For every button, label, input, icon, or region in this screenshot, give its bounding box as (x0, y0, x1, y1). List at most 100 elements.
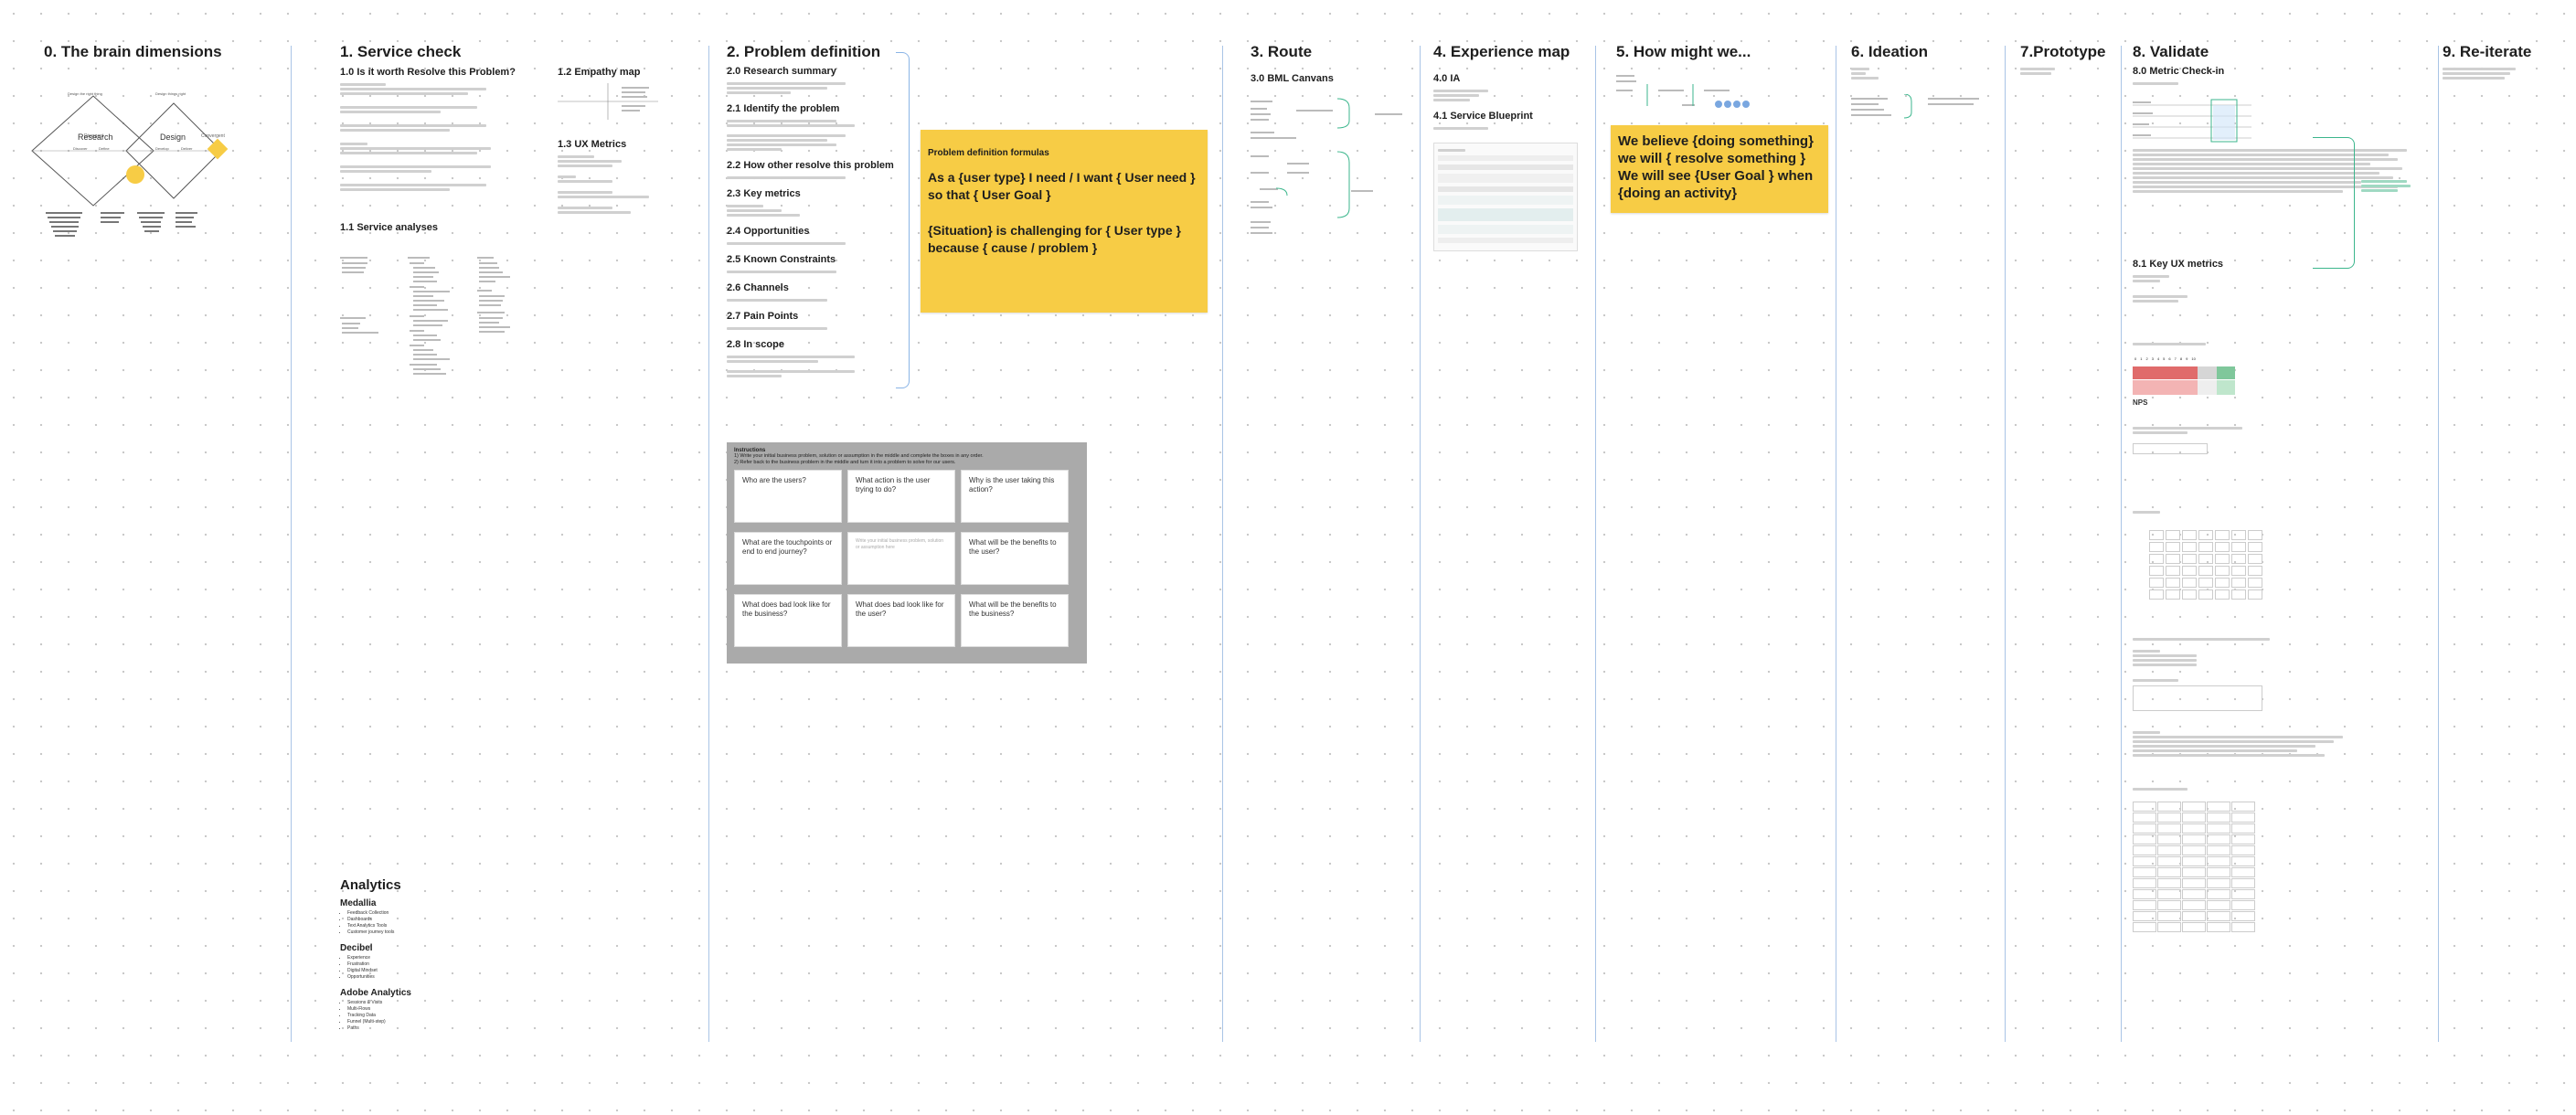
heading-channels: 2.6 Channels (727, 282, 789, 293)
problem-canvas: Instructions 1) Write your initial busin… (727, 442, 1087, 664)
heading-service-analyses: 1.1 Service analyses (340, 222, 439, 233)
section-divider (1420, 46, 1421, 1042)
heading-empathy-map: 1.2 Empathy map (558, 67, 641, 78)
empathy-map-grid (558, 83, 658, 120)
section-divider (1222, 46, 1223, 1042)
section-title-service-check: 1. Service check (340, 43, 462, 60)
list-item: Feedback Collection (347, 910, 505, 917)
section-title-brain: 0. The brain dimensions (44, 43, 222, 60)
heading-ux-metrics: 1.3 UX Metrics (558, 139, 627, 150)
heading-known-constraints: 2.5 Known Constraints (727, 254, 836, 265)
adobe-list: Sessions & Visits Multi-Flows Tracking D… (340, 1000, 505, 1032)
instructions-step-1: 1) Write your initial business problem, … (734, 453, 984, 459)
card-user-action[interactable]: What action is the user trying to do? (847, 470, 955, 523)
decibel-list: Experience Frustration Digital Mindset O… (340, 955, 505, 981)
analytics-block: Analytics Medallia Feedback Collection D… (340, 877, 505, 1032)
worth-resolve-text (340, 83, 495, 191)
section-divider (2438, 46, 2439, 1042)
section-title-validate: 8. Validate (2133, 43, 2209, 60)
card-initial-problem[interactable]: Write your initial business problem, sol… (847, 532, 955, 585)
metric-checkin-grid (2133, 92, 2416, 147)
formula-title: Problem definition formulas (928, 148, 1049, 158)
section-divider (2005, 46, 2006, 1042)
list-item: Customer journey tools (347, 929, 505, 936)
section-title-ideation: 6. Ideation (1851, 43, 1929, 60)
nps-pale-scale (2133, 380, 2235, 395)
tool-medallia: Medallia (340, 898, 377, 908)
formula-situation: {Situation} is challenging for { User ty… (928, 223, 1181, 255)
hmw-sticky-note: We believe {doing something} we will { r… (1611, 125, 1828, 213)
left-diamond-caption: Design the right thing (68, 91, 102, 96)
problem-headings: 2.0 Research summary 2.1 Identify the pr… (727, 66, 900, 379)
card-business-benefits[interactable]: What will be the benefits to the busines… (961, 594, 1069, 647)
section-title-reiterate: 9. Re-iterate (2443, 43, 2532, 60)
list-item: Text Analytics Tools (347, 923, 505, 929)
nps-label: NPS (2133, 398, 2148, 407)
phase-discover: Discover (73, 146, 88, 151)
analytics-title: Analytics (340, 877, 401, 893)
heading-key-ux-metrics: 8.1 Key UX metrics (2133, 259, 2224, 270)
service-analyses-tree (340, 257, 510, 375)
solution-marker (207, 138, 229, 160)
heading-worth-resolve: 1.0 Is it worth Resolve this Problem? (340, 67, 516, 78)
phase-define: Define (99, 146, 110, 151)
hmw-statement: We believe {doing something} we will { r… (1618, 133, 1814, 201)
service-check-block: 1.0 Is it worth Resolve this Problem? (340, 67, 523, 193)
list-item: Paths (347, 1025, 505, 1032)
list-item: Funnel (Multi-step) (347, 1019, 505, 1025)
phase-deliver: Deliver (181, 146, 193, 151)
nps-formula: NPS (2133, 398, 2425, 407)
right-diamond-caption: Design things right (155, 91, 186, 96)
section-divider (708, 46, 709, 1042)
research-label: Research (78, 133, 113, 142)
usability-table (2133, 530, 2425, 600)
heading-metric-checkin: 8.0 Metric Check-in (2133, 66, 2225, 77)
heading-how-others-resolve: 2.2 How other resolve this problem (727, 160, 894, 171)
tool-adobe-analytics: Adobe Analytics (340, 988, 411, 998)
bml-canvas-diagram (1251, 98, 1402, 234)
problem-statement-marker (126, 165, 144, 184)
validate-bracket (2313, 137, 2355, 269)
section-divider (1595, 46, 1596, 1042)
key-ux-metrics-block: 8.1 Key UX metrics 0 1 2 3 4 5 6 7 8 9 10 NPS (2133, 259, 2425, 932)
hmw-block (1616, 66, 1826, 116)
card-bad-user[interactable]: What does bad look like for the user? (847, 594, 955, 647)
section-title-hmw: 5. How might we... (1616, 43, 1751, 60)
card-touchpoints[interactable]: What are the touchpoints or end to end j… (734, 532, 842, 585)
card-why-action[interactable]: Why is the user taking this action? (961, 470, 1069, 523)
tool-decibel: Decibel (340, 943, 373, 953)
list-item: Tracking Data (347, 1013, 505, 1019)
validate-side-note (2361, 178, 2416, 194)
prototype-block (2020, 66, 2112, 77)
section-title-problem: 2. Problem definition (727, 43, 881, 60)
heading-identify-problem: 2.1 Identify the problem (727, 103, 840, 114)
heading-opportunities: 2.4 Opportunities (727, 226, 810, 237)
heading-research-summary: 2.0 Research summary (727, 66, 836, 77)
medallia-list: Feedback Collection Dashboards Text Anal… (340, 910, 505, 936)
list-item: Sessions & Visits (347, 1000, 505, 1006)
ideation-block (1851, 66, 1997, 135)
phase-develop: Develop (155, 146, 169, 151)
section-divider (2121, 46, 2122, 1042)
list-item: Experience (347, 955, 505, 961)
scale-numbers: 0 1 2 3 4 5 6 7 8 9 10 (2134, 356, 2196, 361)
reiterate-block (2443, 66, 2571, 81)
list-item: Frustration (347, 961, 505, 968)
section-title-prototype: 7.Prototype (2020, 43, 2106, 60)
heading-ia: 4.0 IA (1433, 73, 1461, 84)
validate-block: 8.0 Metric Check-in (2133, 66, 2416, 195)
list-item: Digital Mindset (347, 968, 505, 974)
nps-color-scale (2133, 366, 2235, 379)
card-user-benefits[interactable]: What will be the benefits to the user? (961, 532, 1069, 585)
heading-pain-points: 2.7 Pain Points (727, 311, 799, 322)
heading-bml-canvas: 3.0 BML Canvans (1251, 73, 1334, 84)
section-title-route: 3. Route (1251, 43, 1313, 60)
service-blueprint-table (1433, 143, 1578, 251)
hmw-flow-diagram (1616, 75, 1750, 108)
card-who-users[interactable]: Who are the users? (734, 470, 842, 523)
list-item: Dashboards (347, 917, 505, 923)
instructions-step-2: 2) Refer back to the business problem in… (734, 460, 956, 465)
card-bad-business[interactable]: What does bad look like for the business… (734, 594, 842, 647)
heading-key-metrics: 2.3 Key metrics (727, 188, 801, 199)
empathy-map-block: 1.2 Empathy map 1.3 UX Metrics (558, 67, 695, 216)
